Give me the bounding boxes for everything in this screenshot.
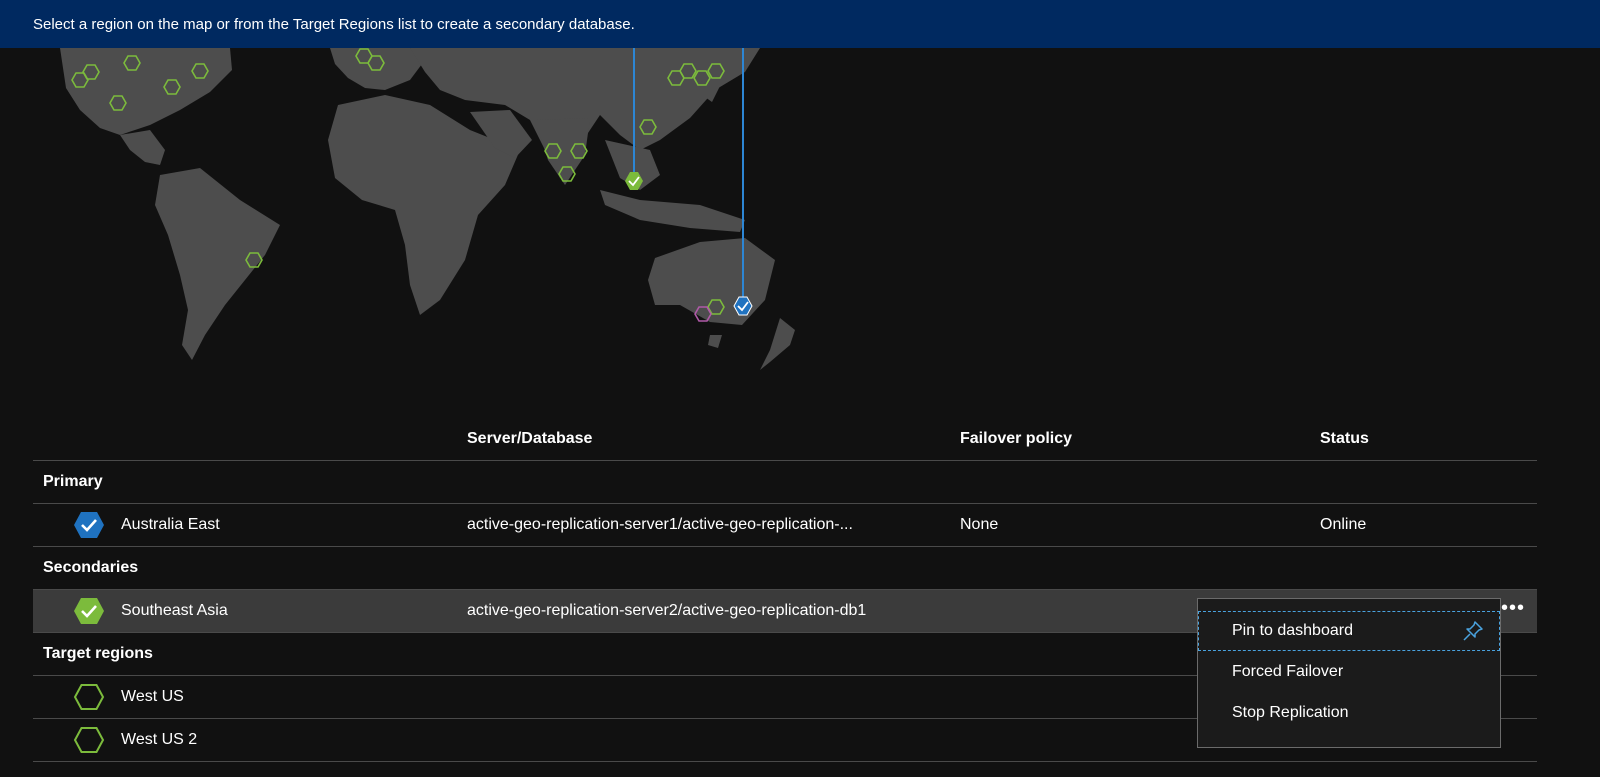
- info-banner-text: Select a region on the map or from the T…: [33, 15, 635, 33]
- land-indonesia: [600, 190, 745, 232]
- header-status: Status: [1320, 430, 1369, 447]
- world-map[interactable]: [0, 48, 1600, 398]
- header-server-database: Server/Database: [467, 430, 593, 447]
- empty-hex-icon: [73, 684, 105, 710]
- land-new-zealand: [760, 318, 795, 370]
- menu-item-forced-failover[interactable]: Forced Failover: [1198, 652, 1500, 692]
- menu-item-label: Pin to dashboard: [1232, 622, 1353, 639]
- table-row-primary[interactable]: Australia East active-geo-replication-se…: [33, 504, 1537, 547]
- group-secondaries: Secondaries: [33, 547, 1537, 590]
- menu-item-stop-replication[interactable]: Stop Replication: [1198, 693, 1500, 733]
- more-options-button[interactable]: •••: [1501, 598, 1525, 618]
- context-menu: Pin to dashboard Forced Failover Stop Re…: [1197, 598, 1501, 748]
- target-region-name: West US: [121, 688, 184, 705]
- primary-check-hex-icon: [74, 512, 104, 538]
- menu-item-pin-to-dashboard[interactable]: Pin to dashboard: [1198, 611, 1500, 651]
- group-target-regions-label: Target regions: [43, 645, 153, 662]
- map-land: [60, 48, 795, 370]
- primary-region-name: Australia East: [121, 516, 220, 533]
- target-region-name: West US 2: [121, 731, 198, 748]
- primary-failover-policy: None: [960, 516, 999, 533]
- primary-server-database: active-geo-replication-server1/active-ge…: [467, 516, 853, 533]
- primary-status: Online: [1320, 516, 1367, 533]
- grid-header: Server/Database Failover policy Status: [33, 418, 1537, 461]
- menu-item-label: Stop Replication: [1232, 704, 1349, 721]
- secondary-check-hex-icon: [74, 598, 104, 624]
- header-failover-policy: Failover policy: [960, 430, 1073, 447]
- empty-hex-icon: [73, 727, 105, 753]
- group-primary-label: Primary: [43, 473, 103, 490]
- land-india: [535, 118, 590, 185]
- secondary-server-database: active-geo-replication-server2/active-ge…: [467, 602, 867, 619]
- land-south-america: [155, 168, 280, 360]
- land-tasmania: [708, 335, 722, 348]
- menu-item-label: Forced Failover: [1232, 663, 1344, 680]
- group-primary: Primary: [33, 461, 1537, 504]
- group-secondaries-label: Secondaries: [43, 559, 139, 576]
- info-banner: Select a region on the map or from the T…: [0, 0, 1600, 48]
- land-north-america: [60, 48, 232, 135]
- secondary-region-name: Southeast Asia: [121, 602, 228, 619]
- land-central-america: [120, 130, 165, 165]
- pin-icon: [1463, 621, 1483, 641]
- land-europe: [330, 48, 425, 90]
